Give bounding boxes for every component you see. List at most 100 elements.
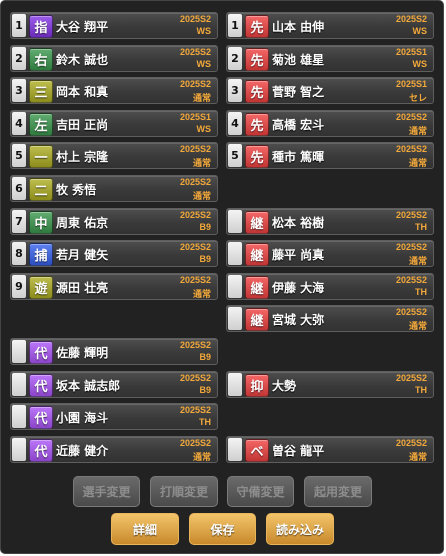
save-button[interactable]: 保存 xyxy=(189,513,256,545)
starter-card[interactable]: 4 先高橋 宏斗 2025S2 通常 xyxy=(226,110,434,137)
season-label: 2025S2 xyxy=(179,275,211,285)
position-badge: 先 xyxy=(245,145,269,168)
card-type-label: TH xyxy=(415,287,427,297)
player-name: 高橋 宏斗 xyxy=(272,118,325,132)
position-badge: 三 xyxy=(29,80,53,103)
season-label: 2025S2 xyxy=(179,405,211,415)
slot-number: 8 xyxy=(12,242,26,265)
starter-card[interactable]: 2 先菊池 雄星 2025S1 WS xyxy=(226,45,434,72)
lineup-card[interactable]: 5 一村上 宗隆 2025S2 通常 xyxy=(10,142,218,169)
lineup-card[interactable]: 6二牧 秀悟 2025S2 通常 xyxy=(10,175,218,202)
card-type-label: B9 xyxy=(199,352,211,362)
player-name: 村上 宗隆 xyxy=(56,150,109,164)
card-type-label: 通常 xyxy=(408,452,427,462)
position-badge: 先 xyxy=(245,113,269,136)
season-label: 2025S2 xyxy=(395,242,427,252)
season-label: 2025S1 xyxy=(179,112,211,122)
reliever-card[interactable]: 継藤平 尚真 2025S2 通常 xyxy=(226,240,434,267)
card-type-label: セレ xyxy=(408,93,427,103)
change-defense-button[interactable]: 守備変更 xyxy=(227,476,294,507)
slot-number xyxy=(228,438,242,461)
slot-number: 5 xyxy=(12,144,26,167)
position-badge: 左 xyxy=(29,113,53,136)
slot-number: 9 xyxy=(12,275,26,298)
player-name: 山本 由伸 xyxy=(272,20,325,34)
starter-card[interactable]: 3 先菅野 智之 2025S1 セレ xyxy=(226,77,434,104)
starter-card[interactable]: 5 先種市 篤暉 2025S2 通常 xyxy=(226,142,434,169)
card-type-label: TH xyxy=(415,385,427,395)
bench-card[interactable]: 代小園 海斗 2025S2 TH xyxy=(10,403,218,430)
position-badge: 代 xyxy=(29,374,53,397)
change-usage-button[interactable]: 起用変更 xyxy=(304,476,372,507)
card-type-label: WS xyxy=(196,59,212,69)
slot-number xyxy=(228,275,242,298)
player-name: 曽谷 龍平 xyxy=(272,444,325,458)
season-label: 2025S2 xyxy=(179,79,211,89)
player-name: 種市 篤暉 xyxy=(272,150,325,164)
slot-number: 4 xyxy=(12,112,26,135)
card-type-label: 通常 xyxy=(408,126,427,136)
slot-number: 6 xyxy=(12,177,26,200)
change-batting-order-button[interactable]: 打順変更 xyxy=(150,476,218,507)
player-name: 菊池 雄星 xyxy=(272,53,325,67)
reliever-card[interactable]: 継伊藤 大海 2025S2 TH xyxy=(226,273,434,300)
lineup-card[interactable]: 4 左吉田 正尚 2025S1 WS xyxy=(10,110,218,137)
player-name: 岡本 和真 xyxy=(56,85,109,99)
position-badge: 先 xyxy=(245,15,269,38)
closer-card[interactable]: 抑大勢 2025S2 TH xyxy=(226,371,434,398)
lineup-card[interactable]: 1 指大谷 翔平 2025S2 WS xyxy=(10,12,218,39)
player-name: 吉田 正尚 xyxy=(56,118,109,132)
season-label: 2025S2 xyxy=(395,275,427,285)
season-label: 2025S2 xyxy=(179,47,211,57)
change-player-button[interactable]: 選手変更 xyxy=(73,476,140,507)
position-badge: ベ xyxy=(245,439,269,462)
slot-number: 2 xyxy=(228,47,242,70)
slot-number: 3 xyxy=(228,79,242,102)
lineup-card[interactable]: 2 右鈴木 誠也 2025S2 WS xyxy=(10,45,218,72)
season-label: 2025S2 xyxy=(395,373,427,383)
card-type-label: 通常 xyxy=(192,93,211,103)
starter-card[interactable]: 1 先山本 由伸 2025S2 WS xyxy=(226,12,434,39)
lineup-card[interactable]: 7 中周東 佑京 2025S2 B9 xyxy=(10,208,218,235)
position-badge: 抑 xyxy=(245,374,269,397)
slot-number: 5 xyxy=(228,144,242,167)
slot-number xyxy=(12,438,26,461)
slot-number: 1 xyxy=(228,14,242,37)
slot-number: 3 xyxy=(12,79,26,102)
player-name: 鈴木 誠也 xyxy=(56,53,109,67)
slot-number xyxy=(228,210,242,233)
position-badge: 捕 xyxy=(29,243,53,266)
player-name: 牧 秀悟 xyxy=(56,183,97,197)
bench-card[interactable]: 代佐藤 輝明 2025S2 B9 xyxy=(10,338,218,365)
lineup-card[interactable]: 9 遊源田 壮亮 2025S2 通常 xyxy=(10,273,218,300)
details-button[interactable]: 詳細 xyxy=(111,513,179,545)
season-label: 2025S2 xyxy=(179,177,211,187)
slot-number xyxy=(228,307,242,330)
reliever-card[interactable]: 継宮城 大弥 2025S2 通常 xyxy=(226,305,434,332)
season-label: 2025S2 xyxy=(395,438,427,448)
player-name: 菅野 智之 xyxy=(272,85,325,99)
player-name: 近藤 健介 xyxy=(56,444,109,458)
card-type-label: TH xyxy=(199,417,211,427)
season-label: 2025S1 xyxy=(395,79,427,89)
extra-pitcher-card[interactable]: ベ曽谷 龍平 2025S2 通常 xyxy=(226,436,434,463)
slot-number: 1 xyxy=(12,14,26,37)
player-name: 宮城 大弥 xyxy=(272,313,325,327)
position-badge: 継 xyxy=(245,243,269,266)
player-name: 佐藤 輝明 xyxy=(56,346,109,360)
bench-card[interactable]: 代坂本 誠志郎 2025S2 B9 xyxy=(10,371,218,398)
load-button[interactable]: 読み込み xyxy=(266,513,334,545)
card-type-label: B9 xyxy=(199,385,211,395)
lineup-card[interactable]: 8 捕若月 健矢 2025S2 B9 xyxy=(10,240,218,267)
reliever-card[interactable]: 継松本 裕樹 2025S2 TH xyxy=(226,208,434,235)
card-type-label: WS xyxy=(196,26,212,36)
player-name: 源田 壮亮 xyxy=(56,281,109,295)
season-label: 2025S2 xyxy=(395,144,427,154)
position-badge: 継 xyxy=(245,276,269,299)
bench-card[interactable]: 代近藤 健介 2025S2 通常 xyxy=(10,436,218,463)
player-name: 大勢 xyxy=(272,379,297,393)
card-type-label: TH xyxy=(415,222,427,232)
season-label: 2025S2 xyxy=(395,210,427,220)
lineup-card[interactable]: 3 三岡本 和真 2025S2 通常 xyxy=(10,77,218,104)
card-type-label: WS xyxy=(196,124,212,134)
